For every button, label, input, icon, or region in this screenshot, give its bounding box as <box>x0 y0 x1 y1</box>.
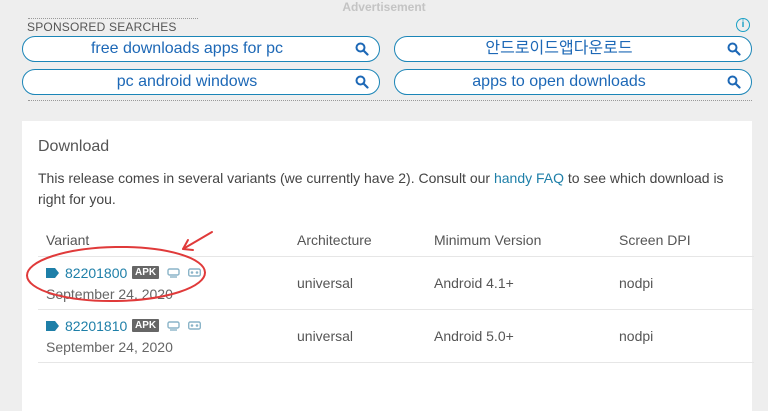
min-version-value: Android 4.1+ <box>434 275 514 291</box>
divider <box>28 100 752 101</box>
dpi-value: nodpi <box>619 328 654 344</box>
description-text: This release comes in several variants (… <box>38 170 494 186</box>
sponsored-search-item[interactable]: 안드로이드앱다운로드 <box>394 36 752 62</box>
sponsored-search-label: 안드로이드앱다운로드 <box>485 40 633 57</box>
sponsored-search-item[interactable]: free downloads apps for pc <box>22 36 380 62</box>
release-date: September 24, 2020 <box>46 286 173 302</box>
divider <box>38 362 754 363</box>
apk-badge: APK <box>132 266 160 279</box>
faq-link[interactable]: handy FAQ <box>494 170 564 186</box>
sponsored-search-item[interactable]: pc android windows <box>22 69 380 95</box>
column-header-architecture: Architecture <box>297 232 372 248</box>
magnifier-icon <box>727 75 741 89</box>
sponsored-search-item[interactable]: apps to open downloads <box>394 69 752 95</box>
release-date: September 24, 2020 <box>46 339 173 355</box>
magnifier-icon <box>727 42 741 56</box>
column-header-variant: Variant <box>46 232 90 248</box>
magnifier-icon <box>355 75 369 89</box>
download-description: This release comes in several variants (… <box>38 168 750 210</box>
vr-icon <box>188 321 201 330</box>
min-version-value: Android 5.0+ <box>434 328 514 344</box>
info-icon[interactable]: i <box>736 18 750 32</box>
divider <box>38 256 754 257</box>
sponsored-search-label: apps to open downloads <box>472 73 646 90</box>
sponsored-title: SPONSORED SEARCHES <box>27 20 177 34</box>
divider <box>28 18 198 19</box>
sponsored-search-label: free downloads apps for pc <box>90 40 284 57</box>
column-header-dpi: Screen DPI <box>619 232 691 248</box>
magnifier-icon <box>355 42 369 56</box>
sponsored-search-label: pc android windows <box>116 73 258 90</box>
sponsored-searches: SPONSORED SEARCHES i free downloads apps… <box>22 18 752 102</box>
divider <box>38 309 754 310</box>
vr-icon <box>188 268 201 277</box>
download-title: Download <box>38 138 110 155</box>
phone-icon <box>167 268 180 278</box>
variant-link[interactable]: 82201810 <box>65 318 127 334</box>
tag-icon <box>46 321 59 331</box>
variant-link[interactable]: 82201800 <box>65 265 127 281</box>
download-card: Download This release comes in several v… <box>22 121 754 411</box>
apk-badge: APK <box>132 319 160 332</box>
advertisement-label: Advertisement <box>342 0 426 14</box>
architecture-value: universal <box>297 275 354 291</box>
column-header-min-version: Minimum Version <box>434 232 542 248</box>
dpi-value: nodpi <box>619 275 654 291</box>
phone-icon <box>167 321 180 331</box>
architecture-value: universal <box>297 328 354 344</box>
tag-icon <box>46 268 59 278</box>
